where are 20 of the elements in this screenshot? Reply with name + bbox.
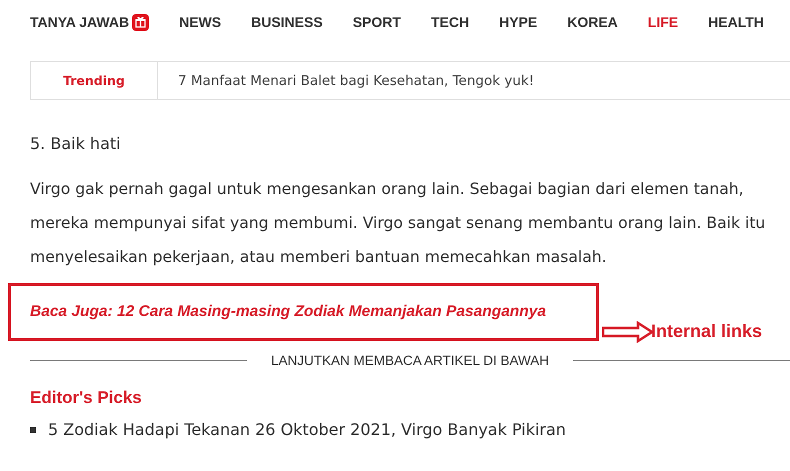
- article-paragraph: Virgo gak pernah gagal untuk mengesankan orang lain. Sebagai bagian dari elemen tanah, mereka mempunyai sifat yang membumi. Virgo sangat senang membantu orang lain. Baik itu menyelesaikan pekerjaan, atau memberi bantuan memecahkan masalah.: [30, 179, 766, 268]
- trending-label: Trending: [31, 62, 158, 99]
- nav-link[interactable]: KOREA: [567, 14, 618, 30]
- arrow-icon: [602, 321, 654, 343]
- editors-picks-title: Editor's Picks: [30, 388, 143, 408]
- nav-link[interactable]: BUSINESS: [251, 14, 323, 30]
- nav-link[interactable]: HYPE: [499, 14, 538, 30]
- continue-reading-label: LANJUTKAN MEMBACA ARTIKEL DI BAWAH: [270, 353, 550, 368]
- trending-headline[interactable]: 7 Manfaat Menari Balet bagi Kesehatan, Tengok yuk!: [158, 62, 534, 99]
- nav-link[interactable]: TANYA JAWAB: [30, 14, 150, 30]
- nav-link[interactable]: LIFE: [648, 14, 678, 30]
- nav-link[interactable]: SPORT: [352, 14, 401, 30]
- bullet-icon: [30, 426, 36, 432]
- nav-link[interactable]: NEWS: [179, 14, 222, 30]
- nav-link[interactable]: TECH: [430, 14, 470, 30]
- pick-link[interactable]: 5 Zodiak Hadapi Tekanan 26 Oktober 2021, Virgo Banyak Pikiran: [48, 420, 566, 439]
- annotation-label: Internal links: [651, 321, 762, 342]
- nav-link[interactable]: HEALTH: [708, 14, 764, 30]
- section-heading: 5. Baik hati: [30, 134, 122, 153]
- related-article-link[interactable]: Baca Juga: 12 Cara Masing-masing Zodiak Memanjakan Pasangannya: [30, 303, 546, 321]
